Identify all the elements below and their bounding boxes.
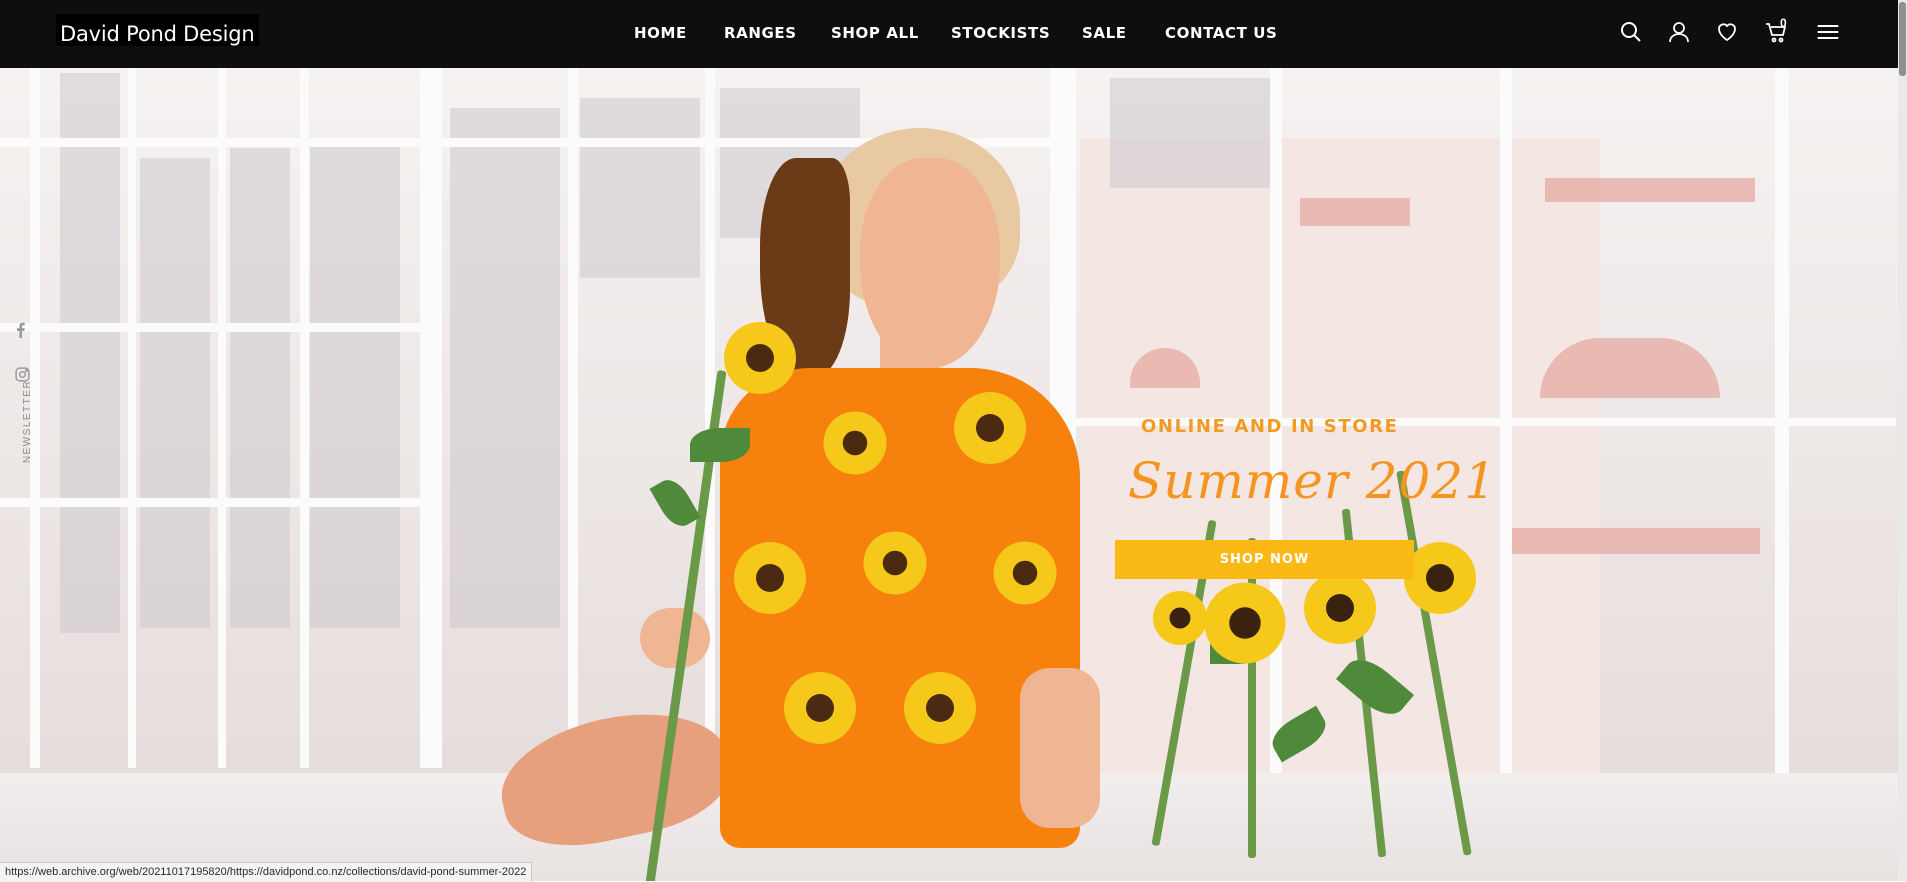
user-icon[interactable] xyxy=(1667,20,1691,44)
sunflower-head xyxy=(1153,591,1207,645)
window-pane xyxy=(580,98,700,278)
sunflower-head xyxy=(1204,582,1286,664)
heart-icon[interactable] xyxy=(1715,20,1739,44)
page-scrollbar[interactable] xyxy=(1898,0,1907,881)
model-hand xyxy=(640,608,710,668)
sunflower-head xyxy=(784,672,856,744)
bg-building-arch xyxy=(1540,338,1720,398)
sunflower-head xyxy=(904,672,976,744)
sunflower-head xyxy=(954,392,1026,464)
model-arm xyxy=(1020,668,1100,828)
bg-building-detail xyxy=(1510,528,1760,554)
browser-status-url: https://web.archive.org/web/202110171958… xyxy=(0,862,533,882)
sunflower-leaf xyxy=(649,473,701,533)
window-frame xyxy=(128,68,136,768)
hero-title: Summer 2021 xyxy=(1128,452,1497,510)
sunflower-leaf xyxy=(690,428,750,462)
window-pane xyxy=(1110,78,1270,188)
hero-tagline: ONLINE AND IN STORE xyxy=(1141,416,1399,437)
nav-ranges[interactable]: RANGES xyxy=(724,24,797,42)
window-frame xyxy=(0,498,440,507)
window-frame xyxy=(1775,68,1789,788)
sunflower-head xyxy=(724,322,796,394)
bg-building-detail xyxy=(1545,178,1755,202)
shop-now-button[interactable]: SHOP NOW xyxy=(1115,540,1414,579)
window-pane xyxy=(310,138,400,628)
cart-count-badge: 0 xyxy=(1780,16,1787,30)
nav-shop-all[interactable]: SHOP ALL xyxy=(831,24,919,42)
window-pane xyxy=(140,158,210,628)
sunflower-head xyxy=(993,541,1057,605)
hamburger-menu-icon[interactable] xyxy=(1816,20,1844,44)
window-pane xyxy=(230,148,290,628)
window-frame xyxy=(568,68,578,768)
hero-banner: ONLINE AND IN STORE Summer 2021 SHOP NOW xyxy=(0,68,1898,881)
facebook-icon[interactable] xyxy=(14,322,28,338)
sunflower-head xyxy=(863,531,927,595)
nav-home[interactable]: HOME xyxy=(634,24,687,42)
window-frame xyxy=(218,68,226,768)
scrollbar-thumb[interactable] xyxy=(1899,2,1906,76)
search-icon[interactable] xyxy=(1619,20,1643,44)
newsletter-link[interactable]: NEWSLETTER xyxy=(22,380,33,463)
window-pane xyxy=(60,73,120,633)
nav-stockists[interactable]: STOCKISTS xyxy=(951,24,1050,42)
nav-contact-us[interactable]: CONTACT US xyxy=(1165,24,1277,42)
sunflower-head xyxy=(1304,572,1376,644)
window-frame xyxy=(300,68,309,768)
window-frame xyxy=(0,323,440,332)
nav-sale[interactable]: SALE xyxy=(1082,24,1127,42)
bg-building-detail xyxy=(1300,198,1410,226)
sunflower-head xyxy=(823,411,887,475)
site-logo[interactable]: David Pond Design xyxy=(56,14,259,46)
window-frame xyxy=(420,68,442,768)
site-header: David Pond Design HOME RANGES SHOP ALL S… xyxy=(0,0,1907,68)
sunflower-head xyxy=(734,542,806,614)
window-pane xyxy=(450,108,560,628)
window-frame xyxy=(1500,68,1512,788)
